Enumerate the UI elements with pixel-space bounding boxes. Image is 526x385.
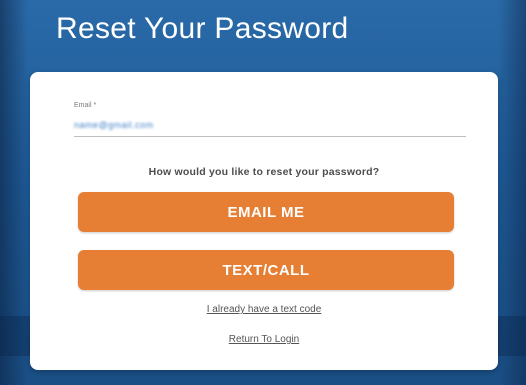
text-call-button[interactable]: TEXT/CALL	[78, 250, 454, 290]
email-me-button[interactable]: EMAIL ME	[78, 192, 454, 232]
email-field-underline	[74, 136, 466, 137]
reset-method-question: How would you like to reset your passwor…	[148, 166, 380, 178]
have-text-code-link[interactable]: I already have a text code	[30, 304, 498, 315]
email-field-label: Email *	[74, 102, 97, 109]
page-title: Reset Your Password	[56, 12, 349, 45]
reset-password-card: Email * name@gmail.com How would you lik…	[30, 72, 498, 370]
email-field[interactable]: name@gmail.com	[74, 120, 154, 130]
return-to-login-link[interactable]: Return To Login	[30, 334, 498, 345]
